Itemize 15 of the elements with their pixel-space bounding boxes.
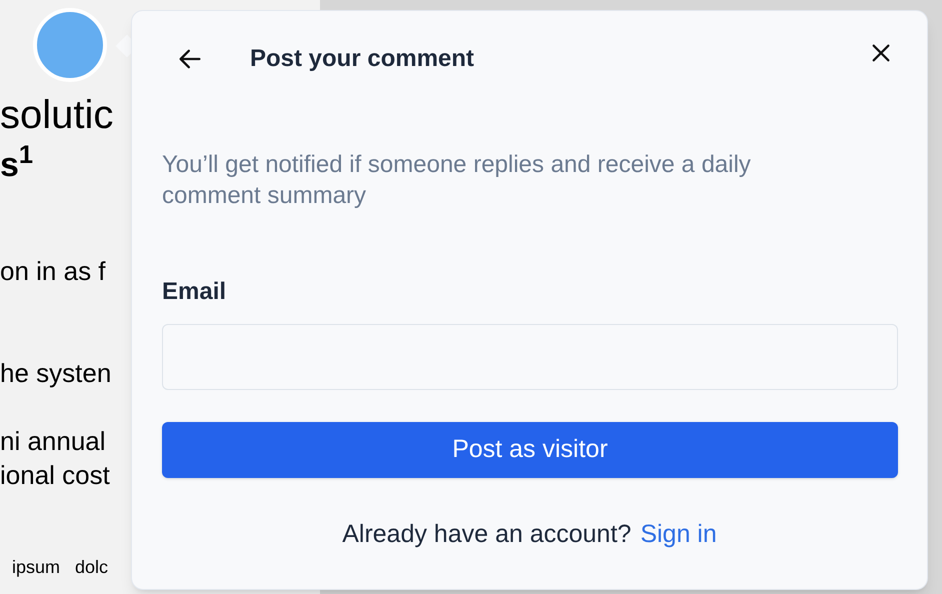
page-text: s$^{1}$ [0,148,34,182]
page-text: ni annual [0,428,106,454]
page-text: he systen [0,360,112,386]
description: You’ll get notified if someone replies and receive a daily comment summary [162,150,752,211]
dialog-title: Post your comment [250,44,474,74]
account-prompt: Already have an account? [342,519,632,550]
page-text: ional cost [0,462,110,488]
sign-in-link[interactable]: Sign in [640,516,717,554]
page-text: ipsum dolc [11,558,108,576]
page-text: solutic [0,95,114,135]
email-field[interactable] [162,324,898,390]
page-text: on in as f [0,258,106,284]
post-button[interactable]: Post as visitor [162,422,898,478]
email-label: Email [162,277,228,307]
close-icon [870,42,892,64]
